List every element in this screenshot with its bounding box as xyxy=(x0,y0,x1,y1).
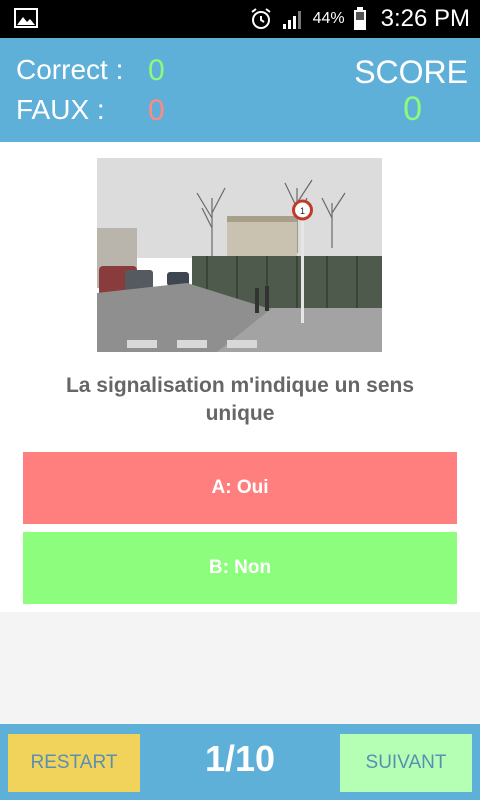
score-panel: Correct : 0 FAUX : 0 SCORE 0 xyxy=(0,38,480,142)
gallery-icon xyxy=(14,8,38,28)
battery-percent: 44% xyxy=(312,10,345,27)
status-bar: 44% 3:26 PM xyxy=(0,0,480,38)
faux-label: FAUX : xyxy=(16,94,105,125)
correct-count: 0 xyxy=(148,54,165,87)
battery-icon xyxy=(353,7,366,30)
score-value: 0 xyxy=(403,90,422,128)
next-label: SUIVANT xyxy=(365,752,447,773)
bottom-bar: RESTART 1/10 SUIVANT xyxy=(0,724,480,800)
restart-button[interactable]: RESTART xyxy=(8,734,140,792)
question-photo: 1 xyxy=(97,158,382,352)
signal-icon xyxy=(282,11,301,29)
question-progress: 1/10 xyxy=(204,738,276,779)
clock: 3:26 PM xyxy=(380,5,470,32)
svg-text:1: 1 xyxy=(300,206,305,216)
answer-a-button[interactable]: A: Oui xyxy=(23,452,457,524)
restart-label: RESTART xyxy=(30,752,118,773)
next-button[interactable]: SUIVANT xyxy=(340,734,472,792)
faux-count: 0 xyxy=(148,94,165,127)
correct-label: Correct : xyxy=(16,54,124,85)
answer-b-label: B: Non xyxy=(208,557,272,578)
answer-a-label: A: Oui xyxy=(211,477,269,498)
alarm-icon xyxy=(250,8,271,29)
score-label: SCORE xyxy=(354,54,468,90)
question-text: La signalisation m'indique un sens uniqu… xyxy=(65,374,415,425)
question-card: 1 La signalisation m'indique un sens uni… xyxy=(0,142,480,612)
answer-b-button[interactable]: B: Non xyxy=(23,532,457,604)
